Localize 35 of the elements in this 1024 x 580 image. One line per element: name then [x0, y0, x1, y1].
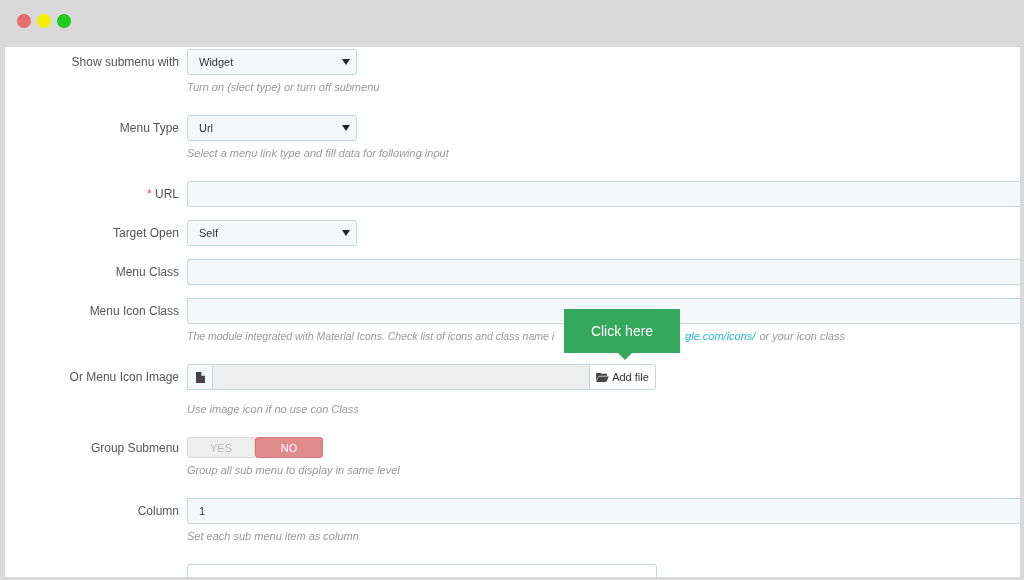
close-button[interactable]: [17, 13, 31, 28]
field-label: Menu Icon Class: [89, 304, 179, 318]
help-text: Set each sub menu item as column: [187, 529, 360, 543]
select-field[interactable]: Self: [187, 220, 357, 246]
folder-icon: [596, 372, 610, 382]
field-label: Show submenu with: [71, 55, 179, 69]
field-label: Target Open: [112, 226, 179, 240]
caret-icon: [342, 230, 350, 236]
file-path-field[interactable]: [212, 364, 590, 390]
add-file-button[interactable]: Add file: [590, 364, 656, 390]
input-field[interactable]: 1: [187, 498, 1020, 524]
field-label: Column: [137, 504, 179, 518]
help-text: or your icon class: [759, 329, 845, 343]
caret-icon: [342, 59, 350, 65]
input-field[interactable]: [187, 298, 1020, 324]
minimize-button[interactable]: [37, 13, 51, 28]
select-field[interactable]: Widget: [187, 49, 357, 75]
help-text: Group all sub menu to display in same level: [187, 463, 401, 477]
help-text: Turn on (slect type) or turn off submenu: [187, 80, 381, 94]
file-icon: [195, 371, 205, 383]
field-label: Group Submenu: [90, 440, 179, 455]
tooltip: Click here: [564, 309, 680, 353]
help-text: The module integrated with Material Icons. Check list of icons and class name i: [187, 329, 555, 343]
field-label: * URL: [146, 187, 179, 201]
caret-icon: [342, 125, 350, 131]
help-text: Use image icon if no use con Class: [187, 402, 360, 416]
help-text: Select a menu link type and fill data for following input: [187, 146, 450, 160]
tooltip-pointer: [618, 353, 632, 360]
input-field[interactable]: [187, 259, 1020, 285]
input-field[interactable]: [187, 181, 1020, 207]
field-label: Menu Type: [119, 121, 179, 135]
maximize-button[interactable]: [57, 13, 71, 28]
field-label: Menu Class: [115, 265, 179, 279]
select-field[interactable]: Url: [187, 115, 357, 141]
field-label: Or Menu Icon Image: [69, 370, 179, 384]
